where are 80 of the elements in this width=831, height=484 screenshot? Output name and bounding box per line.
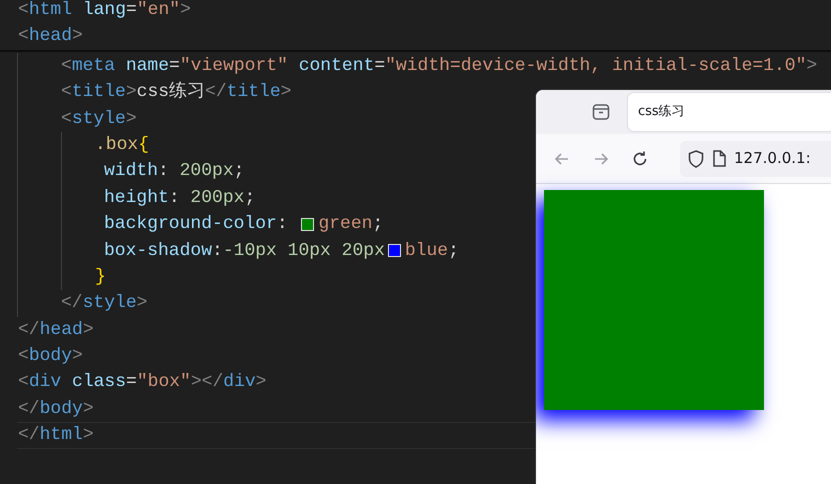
code-text: : xyxy=(276,213,289,236)
css-value: blue xyxy=(404,240,448,263)
tag-name: head xyxy=(28,25,72,48)
css-property: width xyxy=(104,160,158,184)
reload-icon xyxy=(631,150,649,168)
equals-sign: = xyxy=(126,0,137,22)
code-text: ; xyxy=(372,213,384,236)
css-value: green xyxy=(318,213,372,236)
code-text: css练习 xyxy=(136,80,206,104)
address-text: 127.0.0.1: xyxy=(734,148,811,170)
address-bar[interactable]: 127.0.0.1: xyxy=(680,140,831,176)
angle-bracket: < xyxy=(18,25,29,48)
css-number: -10px 10px 20px xyxy=(222,240,385,263)
tag-name: style xyxy=(72,108,126,131)
code-text: : xyxy=(212,240,223,263)
color-swatch[interactable] xyxy=(388,244,401,258)
angle-bracket: > xyxy=(82,318,94,342)
tag-name: div xyxy=(28,371,62,394)
angle-bracket: > xyxy=(280,81,292,104)
code-text: : xyxy=(158,160,170,184)
code-text: : xyxy=(168,186,181,210)
angle-bracket: < xyxy=(18,0,29,22)
angle-bracket: > xyxy=(126,81,137,104)
angle-bracket: > xyxy=(126,108,137,131)
css-number: 200px xyxy=(180,160,234,184)
shield-icon xyxy=(688,150,704,168)
attribute-name: class xyxy=(72,371,126,394)
attribute-name: name xyxy=(126,54,170,78)
angle-bracket: </ xyxy=(61,292,83,316)
css-number: 200px xyxy=(190,186,244,210)
tag-name: div xyxy=(223,371,256,394)
angle-bracket: < xyxy=(61,108,72,131)
angle-bracket: > xyxy=(82,424,94,448)
angle-bracket: < xyxy=(18,345,29,368)
document-icon xyxy=(712,150,726,167)
angle-bracket: </ xyxy=(205,81,227,104)
angle-bracket: > xyxy=(806,54,818,78)
tag-name: meta xyxy=(72,54,116,78)
css-property: box-shadow xyxy=(104,240,212,263)
angle-bracket: < xyxy=(61,81,72,104)
angle-bracket: > xyxy=(256,371,266,394)
code-text: ; xyxy=(244,186,256,210)
attribute-value: "width=device-width, initial-scale=1.0" xyxy=(385,54,806,78)
angle-bracket: </ xyxy=(18,398,40,421)
angle-bracket: > xyxy=(72,345,83,368)
tag-name: head xyxy=(40,318,83,342)
tray-icon xyxy=(592,104,610,120)
tag-name: title xyxy=(72,81,126,104)
color-swatch[interactable] xyxy=(301,218,314,231)
equals-sign: = xyxy=(169,54,180,78)
tag-name: title xyxy=(226,81,281,104)
tag-name: html xyxy=(28,0,72,22)
tag-name: html xyxy=(40,424,83,448)
tag-name: body xyxy=(40,398,83,421)
attribute-name: lang xyxy=(82,0,126,22)
css-property: background-color xyxy=(104,213,277,236)
brace: } xyxy=(95,266,106,289)
angle-bracket: > xyxy=(136,292,148,316)
attribute-value: "en" xyxy=(136,0,180,22)
angle-bracket: < xyxy=(18,371,29,394)
angle-bracket: > xyxy=(180,0,191,22)
angle-bracket: < xyxy=(61,54,72,78)
attribute-name: content xyxy=(298,54,374,78)
equals-sign: = xyxy=(374,54,386,78)
angle-bracket: ></ xyxy=(190,371,224,394)
css-selector: .box xyxy=(95,134,138,157)
tag-name: body xyxy=(28,345,72,368)
angle-bracket: </ xyxy=(18,424,40,448)
code-text: ; xyxy=(234,160,244,184)
attribute-value: "viewport" xyxy=(180,54,288,78)
code-text: ; xyxy=(448,240,459,263)
angle-bracket: > xyxy=(72,25,83,48)
brace: { xyxy=(138,134,150,157)
equals-sign: = xyxy=(126,371,137,394)
browser-tab[interactable]: css练习 xyxy=(628,93,831,131)
attribute-value: "box" xyxy=(136,371,191,394)
tag-name: style xyxy=(82,292,137,316)
css-property: height xyxy=(104,186,169,210)
angle-bracket: > xyxy=(82,398,94,421)
angle-bracket: </ xyxy=(18,318,40,342)
